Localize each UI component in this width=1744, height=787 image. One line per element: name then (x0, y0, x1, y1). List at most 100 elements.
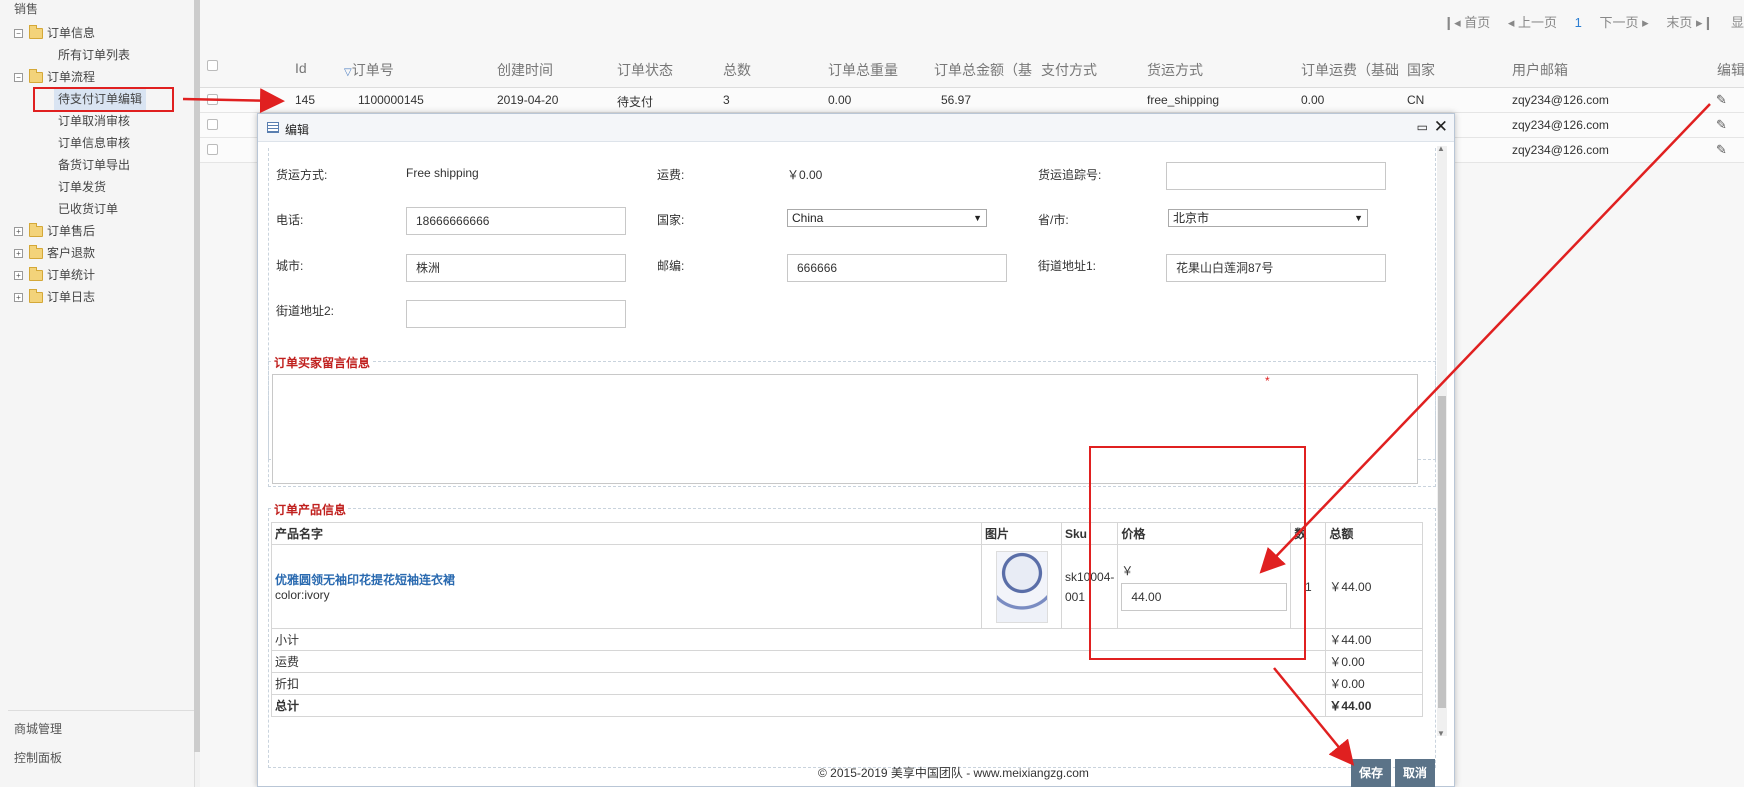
maximize-icon[interactable]: ▭ (1417, 120, 1428, 134)
collapse-icon[interactable]: − (14, 29, 23, 39)
expand-icon[interactable]: + (14, 271, 23, 281)
tree-node-order-flow[interactable]: − 订单流程 (14, 66, 95, 88)
col-order-no[interactable]: ▽订单号 (344, 60, 394, 80)
tree-node-order-info[interactable]: − 订单信息 (14, 22, 95, 44)
tree-node-stats[interactable]: + 订单统计 (14, 264, 95, 286)
sidebar-section-control-panel[interactable]: 控制面板 (14, 749, 62, 766)
edit-pencil-icon[interactable]: ✎ (1716, 117, 1727, 133)
row-checkbox[interactable] (207, 144, 218, 155)
sidebar-item-info-review[interactable]: 订单信息审核 (58, 132, 130, 154)
product-name-cell: 优雅圆领无袖印花提花短袖连衣裙 color:ivory (271, 544, 982, 629)
edit-pencil-icon[interactable]: ✎ (1716, 92, 1727, 108)
discount-row: 折扣 ￥0.00 (270, 672, 1423, 695)
sidebar-item-shipping[interactable]: 订单发货 (58, 176, 106, 198)
tree-node-label: 订单流程 (47, 70, 96, 84)
tracking-input[interactable] (1166, 162, 1386, 190)
tree-node-label: 订单日志 (47, 290, 96, 304)
street1-input[interactable]: 花果山白莲洞87号 (1166, 254, 1386, 282)
sidebar-item-all-orders[interactable]: 所有订单列表 (58, 44, 130, 66)
row-total-cell: ￥44.00 (1325, 544, 1423, 629)
row-checkbox[interactable] (207, 94, 218, 105)
expand-icon[interactable]: + (14, 249, 23, 259)
sidebar-item-stock-export[interactable]: 备货订单导出 (58, 154, 130, 176)
product-option: color:ivory (275, 588, 330, 602)
pager-first[interactable]: ❙◂ 首页 (1443, 15, 1490, 30)
tree-node-after-sales[interactable]: + 订单售后 (14, 220, 95, 242)
scroll-thumb[interactable] (1438, 396, 1446, 708)
th-image: 图片 (981, 522, 1062, 545)
sidebar-item-cancel-review[interactable]: 订单取消审核 (58, 110, 130, 132)
folder-icon (29, 69, 43, 84)
dialog-scrollbar[interactable]: ▲ ▼ (1437, 144, 1447, 738)
expand-icon[interactable]: + (14, 293, 23, 303)
city-label: 城市: (276, 259, 304, 273)
cell-freight: 0.00 (1301, 93, 1325, 107)
cell-created: 2019-04-20 (497, 93, 559, 107)
select-all-checkbox[interactable] (207, 60, 218, 71)
col-amount[interactable]: 订单总金额（基 (934, 60, 1032, 80)
product-thumbnail[interactable] (995, 550, 1048, 623)
folder-icon (29, 289, 43, 304)
col-order-no-label: 订单号 (351, 62, 394, 78)
street2-input[interactable] (406, 300, 626, 328)
tree-node-logs[interactable]: + 订单日志 (14, 286, 95, 308)
col-id[interactable]: Id (295, 60, 307, 76)
save-button[interactable]: 保存 (1351, 759, 1391, 787)
discount-value: ￥0.00 (1325, 672, 1423, 695)
folder-icon (29, 267, 43, 282)
col-email[interactable]: 用户邮箱 (1512, 60, 1568, 80)
dialog-titlebar[interactable]: 编辑 ▭ ✕ (258, 114, 1454, 142)
total-label: 总计 (270, 694, 1327, 717)
col-shipping[interactable]: 货运方式 (1147, 60, 1203, 80)
phone-input[interactable]: 18666666666 (406, 207, 626, 235)
row-checkbox[interactable] (207, 119, 218, 130)
province-select[interactable]: 北京市 ▼ (1168, 209, 1368, 227)
zip-input[interactable]: 666666 (787, 254, 1007, 282)
folder-icon (29, 245, 43, 260)
sidebar-section-mall[interactable]: 商城管理 (14, 720, 62, 737)
scroll-down-icon[interactable]: ▼ (1437, 729, 1445, 738)
col-total[interactable]: 总数 (723, 60, 751, 80)
chevron-down-icon: ▼ (1354, 213, 1363, 223)
col-country[interactable]: 国家 (1407, 60, 1435, 80)
divider (8, 710, 194, 711)
expand-icon[interactable]: + (14, 227, 23, 237)
annotation-highlight-box (33, 87, 174, 112)
tree-node-refunds[interactable]: + 客户退款 (14, 242, 95, 264)
col-status[interactable]: 订单状态 (617, 60, 673, 80)
street2-label: 街道地址2: (276, 304, 335, 318)
province-label: 省/市: (1038, 213, 1069, 227)
phone-label: 电话: (276, 213, 304, 227)
required-star: * (1265, 374, 1270, 388)
table-row[interactable]: 145 1100000145 2019-04-20 待支付 3 0.00 56.… (200, 88, 1744, 113)
th-total: 总额 (1325, 522, 1423, 545)
col-payment[interactable]: 支付方式 (1041, 60, 1097, 80)
col-weight[interactable]: 订单总重量 (828, 60, 898, 80)
scroll-up-icon[interactable]: ▲ (1437, 144, 1445, 153)
sidebar-item-received[interactable]: 已收货订单 (58, 198, 118, 220)
tree-node-label: 订单售后 (47, 224, 96, 238)
freight-value: ￥0.00 (787, 168, 823, 182)
col-created[interactable]: 创建时间 (497, 60, 553, 80)
tracking-label: 货运追踪号: (1038, 168, 1102, 182)
cell-email: zqy234@126.com (1512, 118, 1609, 132)
cell-total: 3 (723, 93, 730, 107)
close-icon[interactable]: ✕ (1434, 117, 1448, 137)
country-select[interactable]: China ▼ (787, 209, 987, 227)
tree-node-label: 订单信息 (47, 26, 96, 40)
edit-pencil-icon[interactable]: ✎ (1716, 142, 1727, 158)
cell-status: 待支付 (617, 95, 654, 109)
freight-row-value: ￥0.00 (1325, 650, 1423, 673)
city-input[interactable]: 株洲 (406, 254, 626, 282)
cancel-button[interactable]: 取消 (1395, 759, 1435, 787)
pager-current[interactable]: 1 (1575, 15, 1582, 30)
pager-prev[interactable]: ◂ 上一页 (1508, 15, 1557, 30)
zip-label: 邮编: (657, 259, 685, 273)
collapse-icon[interactable]: − (14, 73, 23, 83)
product-link[interactable]: 优雅圆领无袖印花提花短袖连衣裙 (275, 571, 978, 588)
pager-last[interactable]: 末页 ▸❙ (1666, 15, 1713, 30)
pager-next[interactable]: 下一页 ▸ (1600, 15, 1649, 30)
col-freight[interactable]: 订单运费（基础 (1301, 60, 1399, 80)
product-legend: 订单产品信息 (272, 501, 349, 518)
cell-order-no: 1100000145 (358, 93, 424, 107)
